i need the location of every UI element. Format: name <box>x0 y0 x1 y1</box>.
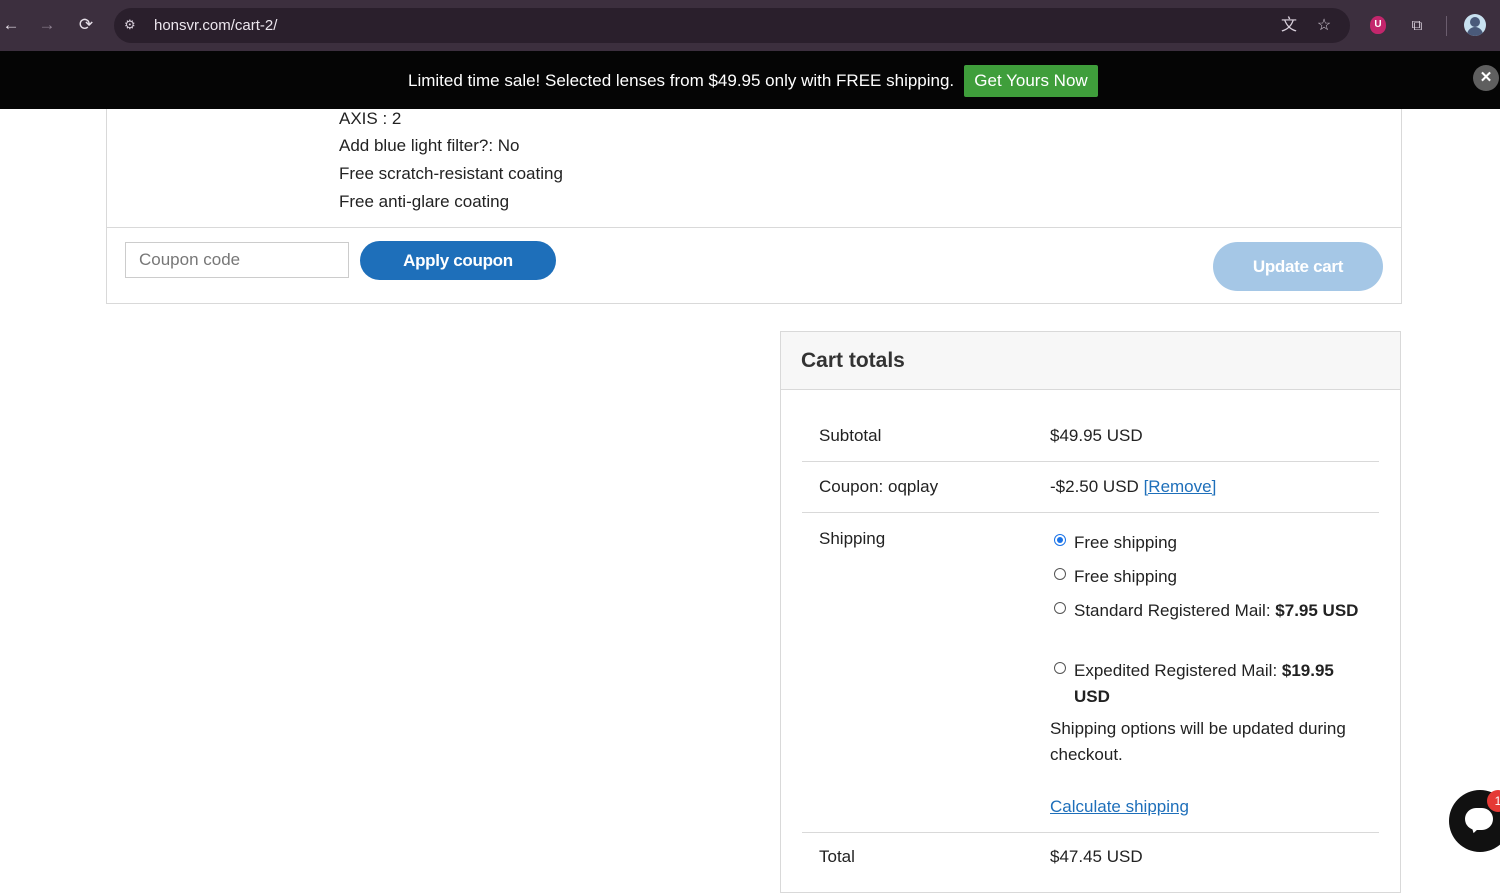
shipping-option-label: Free shipping <box>1074 567 1178 586</box>
cart-totals-header: Cart totals <box>781 332 1400 390</box>
browser-toolbar: ← → ⟳ ⚙ honsvr.com/cart-2/ 文 ☆ U ⧉ <box>0 0 1500 51</box>
cart-totals: Cart totals Subtotal $49.95 USD Coupon: … <box>780 331 1401 893</box>
translate-icon[interactable]: 文 <box>1278 15 1300 37</box>
shipping-radio[interactable] <box>1054 534 1066 546</box>
divider <box>802 461 1379 462</box>
cart-totals-title: Cart totals <box>801 349 905 372</box>
subtotal-label: Subtotal <box>819 426 882 445</box>
divider <box>802 512 1379 513</box>
item-meta-axis: AXIS : 2 <box>339 109 402 128</box>
remove-coupon-link[interactable]: [Remove] <box>1144 477 1217 496</box>
subtotal-value: $49.95 USD <box>1050 426 1143 445</box>
url-text[interactable]: honsvr.com/cart-2/ <box>154 17 277 34</box>
shipping-option-text: Expedited Registered Mail: $19.95 USD <box>1074 658 1364 710</box>
shipping-option-label: Expedited Registered Mail: <box>1074 661 1282 680</box>
shipping-option-price: $7.95 USD <box>1275 601 1359 620</box>
shipping-option-label: Free shipping <box>1074 533 1178 552</box>
toolbar-divider <box>1446 16 1447 36</box>
total-value: $47.45 USD <box>1050 847 1143 866</box>
coupon-value-row: -$2.50 USD [Remove] <box>1050 477 1216 497</box>
coupon-discount: -$2.50 USD <box>1050 477 1139 496</box>
shipping-radio[interactable] <box>1054 662 1066 674</box>
get-yours-now-button[interactable]: Get Yours Now <box>964 65 1098 97</box>
update-cart-button[interactable]: Update cart <box>1213 242 1383 291</box>
calculate-shipping-link[interactable]: Calculate shipping <box>1050 797 1189 817</box>
divider <box>107 227 1401 228</box>
shipping-radio[interactable] <box>1054 602 1066 614</box>
apply-coupon-button[interactable]: Apply coupon <box>360 241 556 280</box>
shipping-label: Shipping <box>819 529 886 548</box>
shipping-note: Shipping options will be updated during … <box>1050 719 1346 764</box>
total-label: Total <box>819 847 855 866</box>
shipping-radio[interactable] <box>1054 568 1066 580</box>
ublock-extension-icon[interactable]: U <box>1370 16 1386 34</box>
forward-icon[interactable]: → <box>36 14 58 36</box>
promo-text: Limited time sale! Selected lenses from … <box>408 71 955 90</box>
item-meta-anti-glare: Free anti-glare coating <box>339 192 510 211</box>
close-icon[interactable]: ✕ <box>1473 65 1499 91</box>
promo-banner: Limited time sale! Selected lenses from … <box>0 51 1500 109</box>
bookmark-star-icon[interactable]: ☆ <box>1313 15 1335 37</box>
cart-table: AXIS : 2 Add blue light filter?: No Free… <box>106 109 1402 304</box>
divider <box>802 832 1379 833</box>
back-icon[interactable]: ← <box>0 14 22 36</box>
shipping-option-label: Standard Registered Mail: <box>1074 601 1276 620</box>
coupon-label: Coupon: oqplay <box>819 477 939 496</box>
extensions-puzzle-icon[interactable]: ⧉ <box>1406 15 1428 37</box>
chat-icon <box>1465 808 1493 830</box>
coupon-input[interactable] <box>125 242 349 278</box>
profile-avatar[interactable] <box>1464 14 1486 36</box>
reload-icon[interactable]: ⟳ <box>75 14 97 36</box>
address-bar[interactable]: ⚙ honsvr.com/cart-2/ 文 ☆ <box>114 8 1350 43</box>
item-meta-scratch: Free scratch-resistant coating <box>339 164 563 183</box>
site-settings-icon[interactable]: ⚙ <box>124 17 140 33</box>
item-meta-blue-light: Add blue light filter?: No <box>339 136 520 155</box>
shipping-option-text: Standard Registered Mail: $7.95 USD <box>1074 598 1364 624</box>
